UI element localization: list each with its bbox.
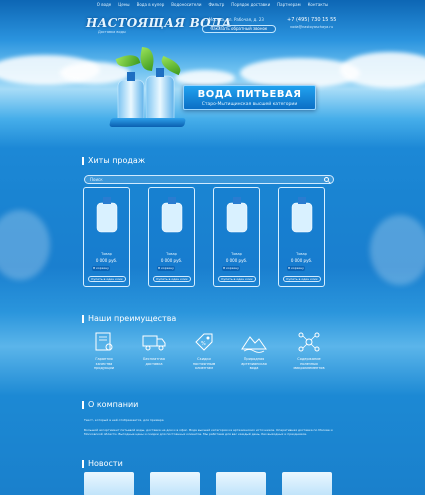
nav-item[interactable]: Порядок доставки xyxy=(231,2,270,7)
product-price: 0 000 руб. xyxy=(290,258,313,263)
nav-item[interactable]: Партнерам xyxy=(277,2,300,7)
product-name: Товар xyxy=(101,252,112,256)
hits-heading: Хиты продаж xyxy=(82,156,145,165)
hero-title: ВОДА ПИТЬЕВАЯ xyxy=(197,89,302,100)
hero-ribbon xyxy=(109,118,186,127)
one-click-button[interactable]: Купить в один клик xyxy=(153,276,191,282)
advantage-item: Гарантия качества продукции xyxy=(80,331,128,371)
advantage-label: микроэлементов xyxy=(293,366,325,370)
hits-title: Хиты продаж xyxy=(88,156,146,165)
header-address: г. Москва, ул. Рабочая, д. 23 xyxy=(204,17,264,22)
bottle-icon xyxy=(291,197,313,233)
advantage-item: % Скидки постоянным клиентам xyxy=(180,331,228,371)
nav-item[interactable]: Цены xyxy=(118,2,129,7)
add-to-cart-button[interactable]: В корзину xyxy=(92,266,110,271)
svg-text:%: % xyxy=(201,341,206,347)
advantage-label: клиентам xyxy=(195,366,213,370)
about-text: Текст, который в ней отображается, для п… xyxy=(84,418,164,422)
cloud-decor xyxy=(340,52,425,88)
add-to-cart-button[interactable]: В корзину xyxy=(287,266,305,271)
header-phone[interactable]: +7 (495) 730 15 55 xyxy=(287,17,336,23)
news-card[interactable] xyxy=(84,472,134,495)
product-name: Товар xyxy=(166,252,177,256)
top-nav: О воде Цены Вода в кулер Водоносители Фи… xyxy=(0,2,425,7)
product-name: Товар xyxy=(296,252,307,256)
advantages-title: Наши преимущества xyxy=(88,314,177,323)
search-placeholder: Поиск xyxy=(90,177,103,182)
nav-item[interactable]: Контакты xyxy=(308,2,329,7)
add-to-cart-button[interactable]: В корзину xyxy=(157,266,175,271)
search-icon[interactable] xyxy=(324,177,329,182)
news-card[interactable] xyxy=(150,472,200,495)
product-card[interactable]: Товар 0 000 руб. В корзину Купить в один… xyxy=(213,187,260,287)
heading-bar xyxy=(82,314,84,323)
heading-bar xyxy=(82,459,84,468)
add-to-cart-button[interactable]: В корзину xyxy=(222,266,240,271)
one-click-button[interactable]: Купить в один клик xyxy=(283,276,321,282)
one-click-button[interactable]: Купить в один клик xyxy=(218,276,256,282)
truck-icon xyxy=(142,335,166,351)
advantage-item: Содержание полезных микроэлементов xyxy=(285,331,333,371)
callback-button[interactable]: Заказать обратный звонок xyxy=(202,25,276,33)
hero-banner: ВОДА ПИТЬЕВАЯ Старо-Мытищинская высшей к… xyxy=(183,85,316,110)
product-card[interactable]: Товар 0 000 руб. В корзину Купить в один… xyxy=(83,187,130,287)
certificate-icon xyxy=(95,332,113,351)
advantages-heading: Наши преимущества xyxy=(82,314,176,323)
mountain-icon xyxy=(241,336,267,353)
nav-item[interactable]: Фильтр xyxy=(208,2,224,7)
nav-item[interactable]: О воде xyxy=(97,2,111,7)
news-card[interactable] xyxy=(216,472,266,495)
bottle-icon xyxy=(96,197,118,233)
about-title: О компании xyxy=(88,400,139,409)
advantage-label: вода xyxy=(249,366,259,370)
news-heading: Новости xyxy=(82,459,123,468)
news-card[interactable] xyxy=(282,472,332,495)
product-price: 0 000 руб. xyxy=(160,258,183,263)
product-card[interactable]: Товар 0 000 руб. В корзину Купить в один… xyxy=(148,187,195,287)
page: О воде Цены Вода в кулер Водоносители Фи… xyxy=(0,0,425,495)
nav-item[interactable]: Водоносители xyxy=(171,2,201,7)
advantage-label: доставка xyxy=(145,361,163,366)
nav-item[interactable]: Вода в кулер xyxy=(137,2,165,7)
bottle-icon xyxy=(226,197,248,233)
advantage-label: продукции xyxy=(93,366,115,370)
product-name: Товар xyxy=(231,252,242,256)
product-price: 0 000 руб. xyxy=(225,258,248,263)
news-title: Новости xyxy=(88,459,123,468)
discount-tag-icon: % xyxy=(195,333,213,351)
about-heading: О компании xyxy=(82,400,138,409)
heading-bar xyxy=(82,400,84,409)
one-click-button[interactable]: Купить в один клик xyxy=(88,276,126,282)
advantage-item: Бесплатная доставка xyxy=(130,331,178,366)
heading-bar xyxy=(82,156,84,165)
molecule-icon xyxy=(298,332,320,352)
bottle-icon xyxy=(161,197,183,233)
logo-subtitle: Доставка воды xyxy=(98,30,126,34)
hero-subtitle: Старо-Мытищинская высшей категории xyxy=(201,102,298,107)
header-email[interactable]: voda@nastoyaschaya.ru xyxy=(290,25,333,29)
search-input[interactable]: Поиск xyxy=(84,175,334,184)
splash-decor xyxy=(370,215,425,285)
product-price: 0 000 руб. xyxy=(95,258,118,263)
about-text: Большой ассортимент питьевой воды, доста… xyxy=(84,428,333,436)
product-card[interactable]: Товар 0 000 руб. В корзину Купить в один… xyxy=(278,187,325,287)
advantage-item: Природная артезианская вода xyxy=(230,331,278,371)
splash-decor xyxy=(0,210,50,280)
